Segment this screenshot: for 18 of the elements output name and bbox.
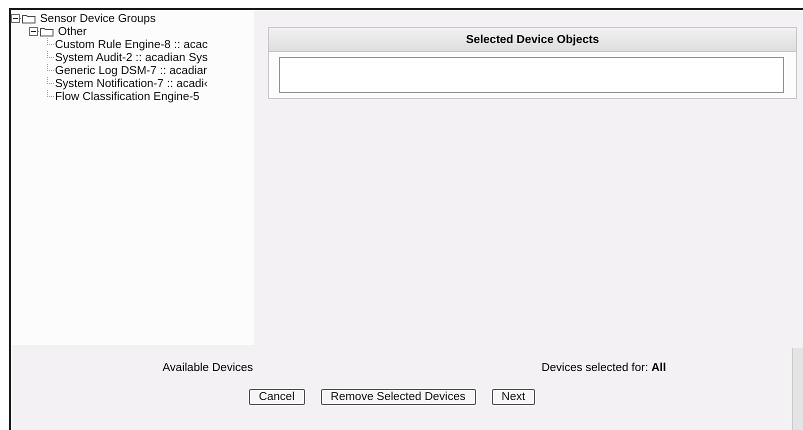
expander-icon[interactable] <box>29 26 55 37</box>
tree-folder[interactable]: Other <box>58 26 87 38</box>
scrollbar[interactable] <box>792 348 803 430</box>
tree-folder[interactable]: Sensor Device Groups <box>40 12 156 24</box>
folder-icon <box>29 26 55 37</box>
expander-icon[interactable] <box>11 13 37 24</box>
panel-header: Selected Device Objects <box>269 28 796 52</box>
action-button[interactable]: Next <box>492 389 536 405</box>
tree-item[interactable]: Custom Rule Engine-8 :: acac <box>55 38 208 50</box>
action-button[interactable]: Cancel <box>248 389 305 405</box>
tree-item[interactable]: Generic Log DSM-7 :: acadiar <box>55 64 208 76</box>
selected-list[interactable] <box>279 57 784 93</box>
available-label: Available Devices <box>162 362 254 374</box>
tree-item[interactable]: System Audit-2 :: acadian Sys <box>55 52 208 64</box>
tree-item[interactable]: Flow Classification Engine-5 <box>55 90 200 102</box>
tree-item[interactable]: System Notification-7 :: acadi‹ <box>55 78 208 90</box>
selected-for-label: Devices selected for: All <box>541 362 666 374</box>
action-button[interactable]: Remove Selected Devices <box>320 389 476 405</box>
